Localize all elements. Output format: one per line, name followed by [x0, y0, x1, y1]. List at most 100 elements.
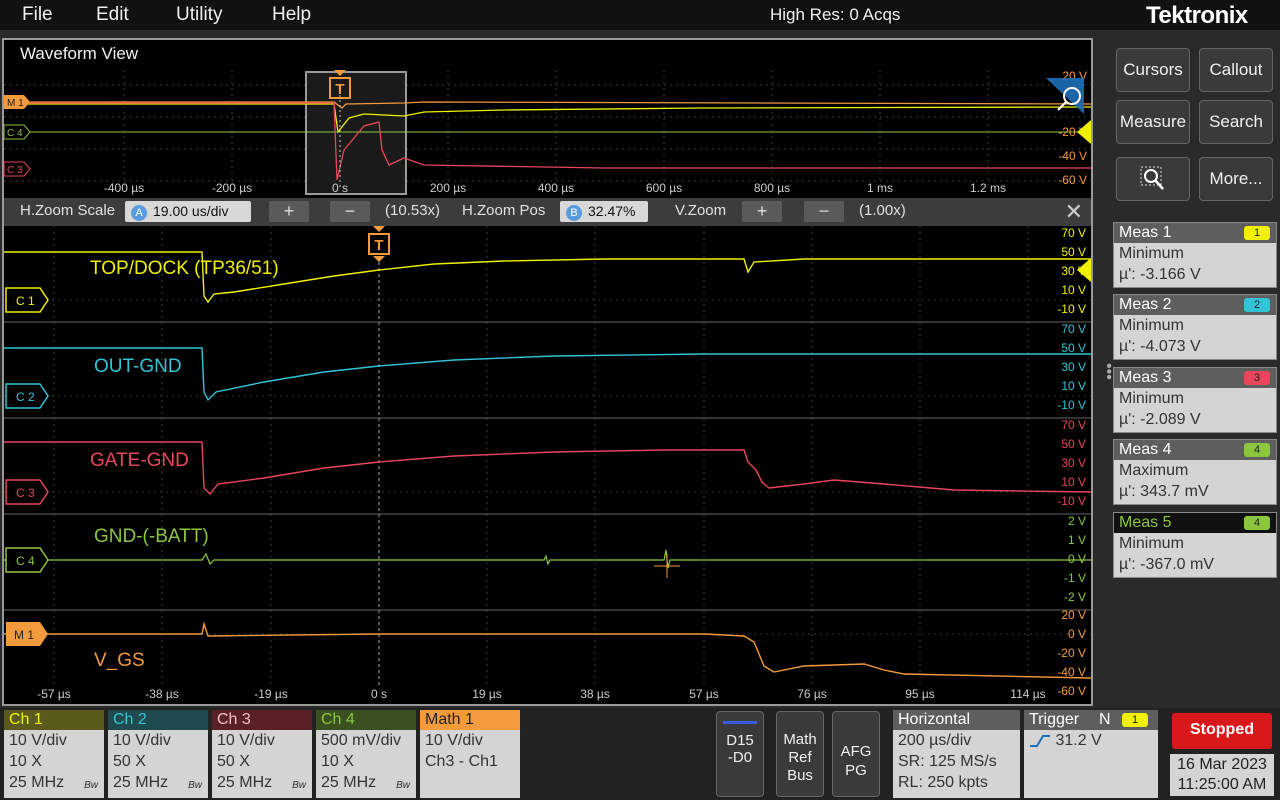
ch2-vdiv: 10 V/div [113, 732, 171, 749]
c2-channel-tag[interactable]: C 2 [5, 383, 49, 409]
measure-button[interactable]: Measure [1116, 100, 1190, 144]
h-zoom-pos-field[interactable]: B 32.47% [560, 201, 648, 222]
c4-scale-label: -1 V [1064, 571, 1086, 585]
ch3-title: Ch 3 [212, 710, 312, 730]
meas-1-badge[interactable]: Meas 1 1 Minimum µ': -3.166 V [1113, 222, 1277, 288]
c1-scale-label: 70 V [1061, 226, 1086, 240]
h-zoom-scale-field[interactable]: A 19.00 us/div [125, 201, 251, 222]
date-time-display[interactable]: 16 Mar 2023 11:25:00 AM [1170, 754, 1274, 796]
overview-volt-label: -60 V [1058, 173, 1087, 187]
trigger-position-marker[interactable]: T [374, 237, 383, 254]
zoom-window[interactable] [305, 71, 407, 195]
c3-channel-tag[interactable]: C 3 [5, 479, 49, 505]
time-axis-label: 95 µs [905, 687, 935, 701]
zoom-search-button[interactable] [1116, 157, 1190, 201]
ch2-bandwidth: 25 MHz [113, 774, 169, 791]
ch3-badge[interactable]: Ch 3 10 V/div 50 X 25 MHz Bw [212, 710, 312, 798]
run-stop-button[interactable]: Stopped [1172, 713, 1272, 749]
right-panel: Cursors Callout Measure Search More... M… [1110, 38, 1280, 706]
h-zoom-scale-minus-button[interactable]: − [330, 201, 370, 222]
c4-channel-tag[interactable]: C 4 [5, 547, 49, 573]
v-zoom-label: V.Zoom [675, 202, 727, 219]
c3-scale-label: -10 V [1057, 494, 1086, 508]
meas-4-badge[interactable]: Meas 4 4 Maximum µ': 343.7 mV [1113, 439, 1277, 505]
v-zoom-plus-button[interactable]: + [742, 201, 782, 222]
bandwidth-limit-icon: Bw [188, 780, 202, 791]
trigger-level: 31.2 V [1055, 732, 1102, 749]
meas-5-badge[interactable]: Meas 5 4 Minimum µ': -367.0 mV [1113, 512, 1277, 578]
ch1-badge[interactable]: Ch 1 10 V/div 10 X 25 MHz Bw [4, 710, 104, 798]
horizontal-badge[interactable]: Horizontal 200 µs/div SR: 125 MS/s RL: 2… [893, 710, 1020, 798]
meas-1-source-badge: 1 [1244, 226, 1270, 240]
meas-5-type: Minimum [1119, 535, 1184, 552]
overview-trigger-marker: T [335, 81, 344, 98]
meas-2-value: µ': -4.073 V [1119, 338, 1201, 355]
v-zoom-minus-button[interactable]: − [804, 201, 844, 222]
search-button[interactable]: Search [1199, 100, 1273, 144]
zoomed-waveform-plot[interactable]: T TOP/DOCK (TP36/51) OUT-GND GATE-GND GN… [4, 226, 1091, 704]
meas-4-value: µ': 343.7 mV [1119, 483, 1209, 500]
time-axis-label: -38 µs [145, 687, 179, 701]
digital-channels-button[interactable]: D15 -D0 [716, 711, 764, 797]
meas-2-badge[interactable]: Meas 2 2 Minimum µ': -4.073 V [1113, 294, 1277, 360]
m1-channel-tag[interactable]: M 1 [6, 622, 48, 646]
zoom-handle-icon[interactable] [1046, 78, 1084, 114]
horizontal-sample-rate: SR: 125 MS/s [898, 753, 997, 770]
c4-scale-label: -2 V [1064, 590, 1086, 604]
afg-pg-button[interactable]: AFG PG [832, 711, 880, 797]
meas-4-title: Meas 4 [1119, 441, 1172, 458]
overview-time-label: 800 µs [754, 181, 790, 195]
overview-volt-label: -40 V [1058, 149, 1087, 163]
meas-4-type: Maximum [1119, 462, 1189, 479]
c4-scale-label: 2 V [1068, 514, 1086, 528]
time: 11:25:00 AM [1177, 776, 1267, 793]
meas-5-source-badge: 4 [1244, 516, 1270, 530]
ch4-badge[interactable]: Ch 4 500 mV/div 10 X 25 MHz Bw [316, 710, 416, 798]
more-button[interactable]: More... [1199, 157, 1273, 201]
meas-1-value: µ': -3.166 V [1119, 266, 1201, 283]
close-zoom-icon[interactable]: ✕ [1065, 199, 1083, 225]
h-zoom-scale-plus-button[interactable]: + [269, 201, 309, 222]
c3-scale-label: 50 V [1061, 437, 1086, 451]
overview-channel-tag-c3[interactable]: C 3 [4, 161, 31, 177]
ch3-vdiv: 10 V/div [217, 732, 275, 749]
overview-channel-tag-c4[interactable]: C 4 [4, 124, 31, 140]
math-ref-bus-button[interactable]: Math Ref Bus [776, 711, 824, 797]
c1-scale-label: 10 V [1061, 283, 1086, 297]
menu-file[interactable]: File [22, 4, 53, 26]
ch3-probe: 50 X [217, 753, 250, 770]
brand-logo: Tektronix [1146, 2, 1248, 29]
math1-badge[interactable]: Math 1 10 V/div Ch3 - Ch1 [420, 710, 520, 798]
rising-edge-icon [1030, 734, 1050, 747]
trigger-badge[interactable]: Trigger N 1 31.2 V [1024, 710, 1158, 798]
ch2-badge[interactable]: Ch 2 10 V/div 50 X 25 MHz Bw [108, 710, 208, 798]
m1-scale-label: 0 V [1068, 627, 1086, 641]
ch2-title: Ch 2 [108, 710, 208, 730]
c3-scale-label: 10 V [1061, 475, 1086, 489]
math1-expression: Ch3 - Ch1 [425, 753, 498, 770]
trigger-source-badge: 1 [1122, 713, 1148, 727]
m1-scale-label: -60 V [1057, 684, 1086, 698]
cursors-button[interactable]: Cursors [1116, 48, 1190, 92]
trigger-level-marker[interactable] [1077, 258, 1091, 282]
svg-text:M 1: M 1 [14, 628, 34, 642]
menu-help[interactable]: Help [272, 4, 311, 26]
waveform-view-title: Waveform View [20, 44, 139, 63]
c1-channel-tag[interactable]: C 1 [5, 287, 49, 313]
overview-time-label: 200 µs [430, 181, 466, 195]
menu-utility[interactable]: Utility [176, 4, 222, 26]
menu-edit[interactable]: Edit [96, 4, 129, 26]
zoom-bar: H.Zoom Scale A 19.00 us/div + − (10.53x) … [4, 198, 1091, 226]
meas-4-source-badge: 4 [1244, 443, 1270, 457]
meas-3-badge[interactable]: Meas 3 3 Minimum µ': -2.089 V [1113, 367, 1277, 433]
waveform-view[interactable]: Waveform View T M 1 C 4 C 3 -400 µs -200… [2, 38, 1093, 706]
callout-button[interactable]: Callout [1199, 48, 1273, 92]
overview-waveform[interactable]: T M 1 C 4 C 3 -400 µs -200 µs 0 s 200 µs… [4, 70, 1091, 198]
meas-1-title: Meas 1 [1119, 224, 1172, 241]
ch1-bandwidth: 25 MHz [9, 774, 65, 791]
svg-text:C 1: C 1 [16, 294, 35, 308]
overview-channel-tag-m1[interactable]: M 1 [4, 95, 30, 109]
overview-time-label: 600 µs [646, 181, 682, 195]
ch1-probe: 10 X [9, 753, 42, 770]
ch3-bandwidth: 25 MHz [217, 774, 273, 791]
